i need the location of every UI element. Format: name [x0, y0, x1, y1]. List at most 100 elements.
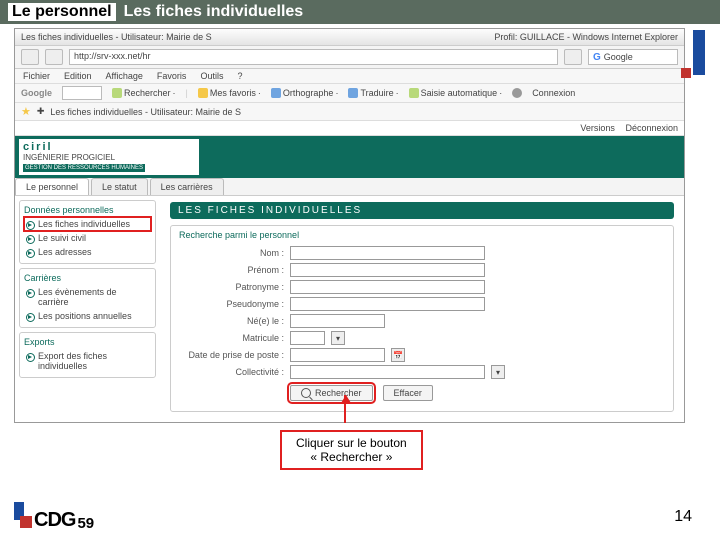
callout-line1: Cliquer sur le bouton	[296, 436, 407, 450]
input-patronyme[interactable]	[290, 280, 485, 294]
tab-statut[interactable]: Le statut	[91, 178, 148, 195]
sidebar-group-donnees: Données personnelles Les fiches individu…	[19, 200, 156, 264]
versions-link[interactable]: Versions	[580, 123, 615, 133]
label-prenom: Prénom :	[179, 265, 284, 275]
menu-help[interactable]: ?	[237, 71, 242, 81]
window-title-right: Profil: GUILLACE - Windows Internet Expl…	[494, 32, 678, 42]
google-label: Google	[21, 88, 52, 98]
input-nee[interactable]	[290, 314, 385, 328]
collectivite-picker[interactable]: ▾	[491, 365, 505, 379]
arrow-annotation	[344, 395, 346, 423]
google-icon: G	[593, 52, 601, 63]
date-picker[interactable]: 📅	[391, 348, 405, 362]
google-saisie[interactable]: Saisie automatique ·	[409, 88, 503, 98]
translate-icon	[348, 88, 358, 98]
menu-favoris[interactable]: Favoris	[157, 71, 187, 81]
sidebar-item-evenements[interactable]: Les évènements de carrière	[24, 285, 151, 309]
callout-box: Cliquer sur le bouton « Rechercher »	[280, 430, 423, 470]
input-date-prise[interactable]	[290, 348, 385, 362]
back-button[interactable]	[21, 49, 39, 65]
sidebar-item-suivi[interactable]: Le suivi civil	[24, 231, 151, 245]
sidebar-title-carrieres: Carrières	[24, 271, 151, 285]
sidebar-item-fiches[interactable]: Les fiches individuelles	[24, 217, 151, 231]
browser-title-bar: Les fiches individuelles - Utilisateur: …	[15, 29, 684, 46]
logo-text: CDG	[34, 509, 75, 532]
brand-name: ciril	[23, 141, 195, 153]
sidebar-item-positions[interactable]: Les positions annuelles	[24, 309, 151, 323]
brand-sub: INGÉNIERIE PROGICIEL	[23, 153, 195, 162]
label-pseudonyme: Pseudonyme :	[179, 299, 284, 309]
label-patronyme: Patronyme :	[179, 282, 284, 292]
brand-logo: ciril INGÉNIERIE PROGICIEL GESTION DES R…	[19, 139, 199, 175]
menu-outils[interactable]: Outils	[200, 71, 223, 81]
app-top-strip: Versions Déconnexion	[15, 121, 684, 136]
browser-window: Les fiches individuelles - Utilisateur: …	[14, 28, 685, 423]
effacer-label: Effacer	[394, 388, 422, 398]
menu-bar: Fichier Edition Affichage Favoris Outils…	[15, 69, 684, 84]
forward-button[interactable]	[45, 49, 63, 65]
sidebar-title-exports: Exports	[24, 335, 151, 349]
search-placeholder: Google	[604, 52, 633, 62]
input-prenom[interactable]	[290, 263, 485, 277]
google-search-btn[interactable]: Rechercher ·	[112, 88, 176, 98]
google-ortho[interactable]: Orthographe ·	[271, 88, 339, 98]
favorites-bar: ★ ✚ Les fiches individuelles - Utilisate…	[15, 103, 684, 121]
deconnexion-link[interactable]: Déconnexion	[625, 123, 678, 133]
favorite-star-icon[interactable]: ★	[21, 105, 31, 118]
google-search-input[interactable]	[62, 86, 102, 100]
sidebar-group-carrieres: Carrières Les évènements de carrière Les…	[19, 268, 156, 328]
google-favoris[interactable]: Mes favoris ·	[198, 88, 261, 98]
app-body: Données personnelles Les fiches individu…	[15, 196, 684, 423]
sidebar-title-donnees: Données personnelles	[24, 203, 151, 217]
input-nom[interactable]	[290, 246, 485, 260]
menu-affichage[interactable]: Affichage	[106, 71, 143, 81]
label-nee: Né(e) le :	[179, 316, 284, 326]
favorites-add-icon[interactable]: ✚	[37, 106, 45, 117]
menu-edition[interactable]: Edition	[64, 71, 92, 81]
sidebar-item-export[interactable]: Export des fiches individuelles	[24, 349, 151, 373]
sidebar-item-adresses[interactable]: Les adresses	[24, 245, 151, 259]
label-matricule: Matricule :	[179, 333, 284, 343]
callout-line2: « Rechercher »	[296, 450, 407, 464]
app-tabs: Le personnel Le statut Les carrières	[15, 178, 684, 196]
menu-fichier[interactable]: Fichier	[23, 71, 50, 81]
google-connexion[interactable]: Connexion	[532, 88, 575, 98]
slide-title-prefix: Le personnel	[8, 3, 116, 21]
star-icon	[198, 88, 208, 98]
label-date-prise: Date de prise de poste :	[179, 350, 284, 360]
sidebar: Données personnelles Les fiches individu…	[15, 196, 160, 423]
google-toolbar: Google Rechercher · | Mes favoris · Orth…	[15, 84, 684, 103]
main-panel: LES FICHES INDIVIDUELLES Recherche parmi…	[160, 196, 684, 423]
label-collectivite: Collectivité :	[179, 367, 284, 377]
logo-num: 59	[77, 515, 94, 532]
cdg59-logo: CDG 59	[14, 502, 94, 532]
rechercher-button[interactable]: Rechercher	[290, 385, 373, 401]
corner-decoration	[670, 30, 705, 75]
google-gear[interactable]	[512, 88, 522, 98]
page-number: 14	[674, 508, 692, 526]
logo-blocks	[14, 502, 32, 532]
panel-heading: Recherche parmi le personnel	[179, 230, 665, 240]
browser-search[interactable]: G Google	[588, 49, 678, 65]
refresh-button[interactable]	[564, 49, 582, 65]
input-pseudonyme[interactable]	[290, 297, 485, 311]
input-matricule[interactable]	[290, 331, 325, 345]
address-bar: http://srv-xxx.net/hr G Google	[15, 46, 684, 69]
search-icon	[112, 88, 122, 98]
tab-personnel[interactable]: Le personnel	[15, 178, 89, 195]
input-collectivite[interactable]	[290, 365, 485, 379]
page-title: LES FICHES INDIVIDUELLES	[170, 202, 674, 219]
tab-label[interactable]: Les fiches individuelles - Utilisateur: …	[50, 107, 241, 117]
url-input[interactable]: http://srv-xxx.net/hr	[69, 49, 558, 65]
slide-title: Les fiches individuelles	[124, 3, 304, 21]
tab-carrieres[interactable]: Les carrières	[150, 178, 224, 195]
matricule-picker[interactable]: ▾	[331, 331, 345, 345]
check-icon	[271, 88, 281, 98]
google-traduire[interactable]: Traduire ·	[348, 88, 398, 98]
effacer-button[interactable]: Effacer	[383, 385, 433, 401]
app-brand-banner: ciril INGÉNIERIE PROGICIEL GESTION DES R…	[15, 136, 684, 178]
window-title-left: Les fiches individuelles - Utilisateur: …	[21, 32, 212, 42]
search-icon	[301, 388, 311, 398]
sidebar-group-exports: Exports Export des fiches individuelles	[19, 332, 156, 378]
label-nom: Nom :	[179, 248, 284, 258]
